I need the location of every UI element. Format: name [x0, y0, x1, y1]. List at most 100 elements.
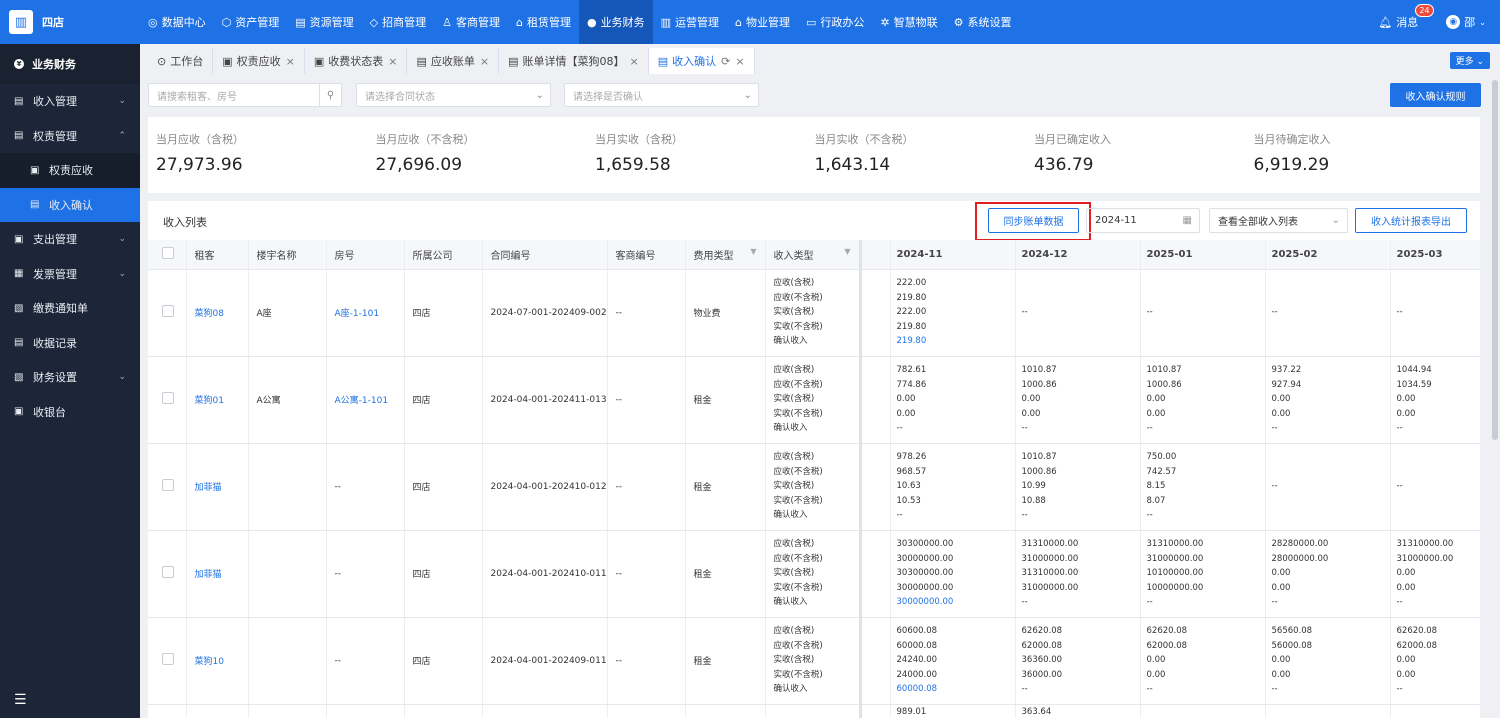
sidebar-item-8[interactable]: ▧ 财务设置 ⌄ — [0, 360, 140, 395]
cell-room[interactable]: -- — [326, 617, 405, 705]
tab-icon: ▤ — [416, 54, 427, 68]
tab-5[interactable]: ▤ 收入确认 ⟳ × — [648, 48, 755, 74]
tab-0[interactable]: ⊙ 工作台 — [148, 48, 214, 74]
close-icon[interactable]: × — [388, 55, 397, 68]
row-checkbox[interactable] — [162, 392, 174, 404]
nav-icon: ◇ — [369, 15, 379, 29]
row-checkbox-cell[interactable] — [148, 617, 187, 705]
nav-item-7[interactable]: ▥ 运营管理 — [653, 0, 727, 44]
user-menu[interactable]: ◉ 邵 ⌄ — [1446, 14, 1486, 30]
refresh-icon[interactable]: ⟳ — [721, 55, 730, 68]
collapse-menu-icon[interactable]: ☰ — [14, 692, 27, 708]
more-tabs-button[interactable]: 更多 ⌄ — [1449, 52, 1490, 69]
nav-item-9[interactable]: ▭ 行政办公 — [798, 0, 872, 44]
month-value: 62620.08 — [1146, 626, 1188, 637]
table-row[interactable]: 加菲猫 -- 四店 2024-04-001-202410-0119 -- 租金 应收(含税)… — [148, 530, 1480, 618]
sidebar-item-9[interactable]: ▣ 收银台 — [0, 395, 140, 430]
sidebar-item-1[interactable]: ▤ 权责管理 ⌃ — [0, 119, 140, 154]
sidebar-item-4[interactable]: ▣ 支出管理 ⌄ — [0, 222, 140, 257]
stat-value: 27,973.96 — [156, 155, 243, 175]
income-confirm-rule-button[interactable]: 收入确认规则 — [1390, 83, 1481, 107]
contract-status-select[interactable]: 请选择合同状态 ⌄ — [356, 83, 551, 107]
row-checkbox-cell[interactable] — [148, 356, 187, 444]
cell-tenant[interactable]: 加菲猫 — [186, 443, 249, 531]
row-checkbox-cell[interactable] — [148, 530, 187, 618]
search-input[interactable]: 请搜索租客、房号 ⚲ — [148, 83, 342, 107]
nav-item-6[interactable]: ● 业务财务 — [578, 0, 653, 44]
close-icon[interactable]: × — [286, 55, 295, 68]
tab-2[interactable]: ▣ 收费状态表 × — [305, 48, 408, 74]
close-icon[interactable]: × — [480, 55, 489, 68]
cell-tenant[interactable] — [186, 704, 249, 718]
month-value[interactable]: 30000000.00 — [897, 595, 1015, 610]
row-checkbox-cell[interactable] — [148, 704, 187, 718]
cell-tenant[interactable]: 加菲猫 — [186, 530, 249, 618]
month-values-cell: 31310000.00 31000000.00 0.00 0.00 -- — [1390, 530, 1480, 618]
nav-item-1[interactable]: ⬡ 资产管理 — [214, 0, 288, 44]
nav-item-8[interactable]: ⌂ 物业管理 — [727, 0, 798, 44]
nav-item-3[interactable]: ◇ 招商管理 — [362, 0, 434, 44]
cell-room[interactable]: A座-1-101 — [326, 269, 405, 357]
checkbox[interactable] — [162, 246, 174, 259]
table-row[interactable]: 加菲猫 -- 四店 2024-04-001-202410-0125 -- 租金 应收(含税)… — [148, 443, 1480, 531]
row-checkbox-cell[interactable] — [148, 443, 187, 531]
filter-icon[interactable]: ▼ — [750, 247, 756, 256]
logo[interactable]: ▥ 四店 — [0, 0, 140, 44]
close-icon[interactable]: × — [735, 55, 744, 68]
row-checkbox[interactable] — [162, 479, 174, 491]
select-all-checkbox[interactable] — [148, 240, 187, 270]
month-values-cell: 363.64 — [1015, 704, 1141, 718]
nav-item-2[interactable]: ▤ 资源管理 — [287, 0, 361, 44]
filter-icon[interactable]: ▼ — [844, 247, 850, 256]
sidebar-item-0[interactable]: ▤ 收入管理 ⌄ — [0, 84, 140, 119]
view-list-select[interactable]: 查看全部收入列表 ⌄ — [1209, 208, 1348, 233]
row-checkbox-cell[interactable] — [148, 269, 187, 357]
nav-item-4[interactable]: ♙ 客商管理 — [434, 0, 508, 44]
cell-tenant[interactable]: 菜狗01 — [186, 356, 249, 444]
sidebar-item-3[interactable]: ▤ 收入确认 — [0, 187, 140, 222]
nav-item-11[interactable]: ⚙ 系统设置 — [946, 0, 1020, 44]
month-values-cell: 56560.08 56000.08 0.00 0.00 -- — [1265, 617, 1391, 705]
tab-3[interactable]: ▤ 应收账单 × — [407, 48, 500, 74]
month-value: -- — [1271, 597, 1278, 608]
row-checkbox[interactable] — [162, 566, 174, 578]
sidebar-item-7[interactable]: ▤ 收据记录 — [0, 326, 140, 361]
confirm-status-select[interactable]: 请选择是否确认 ⌄ — [564, 83, 759, 107]
cell-merchant: -- — [607, 269, 686, 357]
month-value[interactable]: 60000.08 — [897, 682, 1015, 697]
table-row[interactable]: 菜狗01 A公寓 A公寓-1-101 四店 2024-04-001-202411-013… — [148, 356, 1480, 444]
cell-room[interactable]: -- — [326, 443, 405, 531]
row-checkbox[interactable] — [162, 653, 174, 665]
cell-tenant[interactable]: 菜狗10 — [186, 617, 249, 705]
cell-room[interactable]: -- — [326, 530, 405, 618]
sidebar-item-5[interactable]: ▦ 发票管理 ⌄ — [0, 257, 140, 292]
page-scrollbar[interactable] — [1492, 80, 1498, 440]
messages-button[interactable]: 🔔︎ 消息 24 — [1378, 4, 1434, 30]
nav-item-5[interactable]: ⌂ 租赁管理 — [508, 0, 579, 44]
column-header-label: 合同编号 — [490, 250, 531, 262]
table-row[interactable]: 菜狗10 -- 四店 2024-04-001-202409-0113 -- 租金 应收(含税… — [148, 617, 1480, 705]
cell-contract: 2024-07-001-202409-0028 — [482, 269, 608, 357]
nav-item-10[interactable]: ✲ 智慧物联 — [872, 0, 945, 44]
tab-4[interactable]: ▤ 账单详情【菜狗08】 × — [499, 48, 649, 74]
month-picker[interactable]: 2024-11 ▦ — [1086, 208, 1200, 233]
table-row[interactable]: 989.01 363.64 — [148, 704, 1480, 718]
chevron-down-icon: ⌄ — [535, 89, 544, 101]
sidebar-item-icon: ▣ — [14, 406, 24, 418]
cell-room[interactable]: A公寓-1-101 — [326, 356, 405, 444]
sidebar-item-6[interactable]: ▧ 缴费通知单 — [0, 291, 140, 326]
month-value[interactable]: 219.80 — [897, 334, 1015, 349]
nav-item-0[interactable]: ◎ 数据中心 — [140, 0, 214, 44]
nav-label: 运营管理 — [674, 16, 719, 29]
row-checkbox[interactable] — [162, 305, 174, 317]
tab-1[interactable]: ▣ 权责应收 × — [213, 48, 305, 74]
close-icon[interactable]: × — [630, 55, 639, 68]
month-value: 937.22 — [1271, 365, 1302, 376]
export-report-button[interactable]: 收入统计报表导出 — [1355, 208, 1467, 233]
cell-tenant[interactable]: 菜狗08 — [186, 269, 249, 357]
sidebar-item-2[interactable]: ▣ 权责应收 — [0, 153, 140, 188]
search-icon[interactable]: ⚲ — [319, 84, 341, 106]
cell-room[interactable] — [326, 704, 405, 718]
table-row[interactable]: 菜狗08 A座 A座-1-101 四店 2024-07-001-202409-0028-… — [148, 269, 1480, 357]
stat-value: 27,696.09 — [375, 155, 463, 175]
